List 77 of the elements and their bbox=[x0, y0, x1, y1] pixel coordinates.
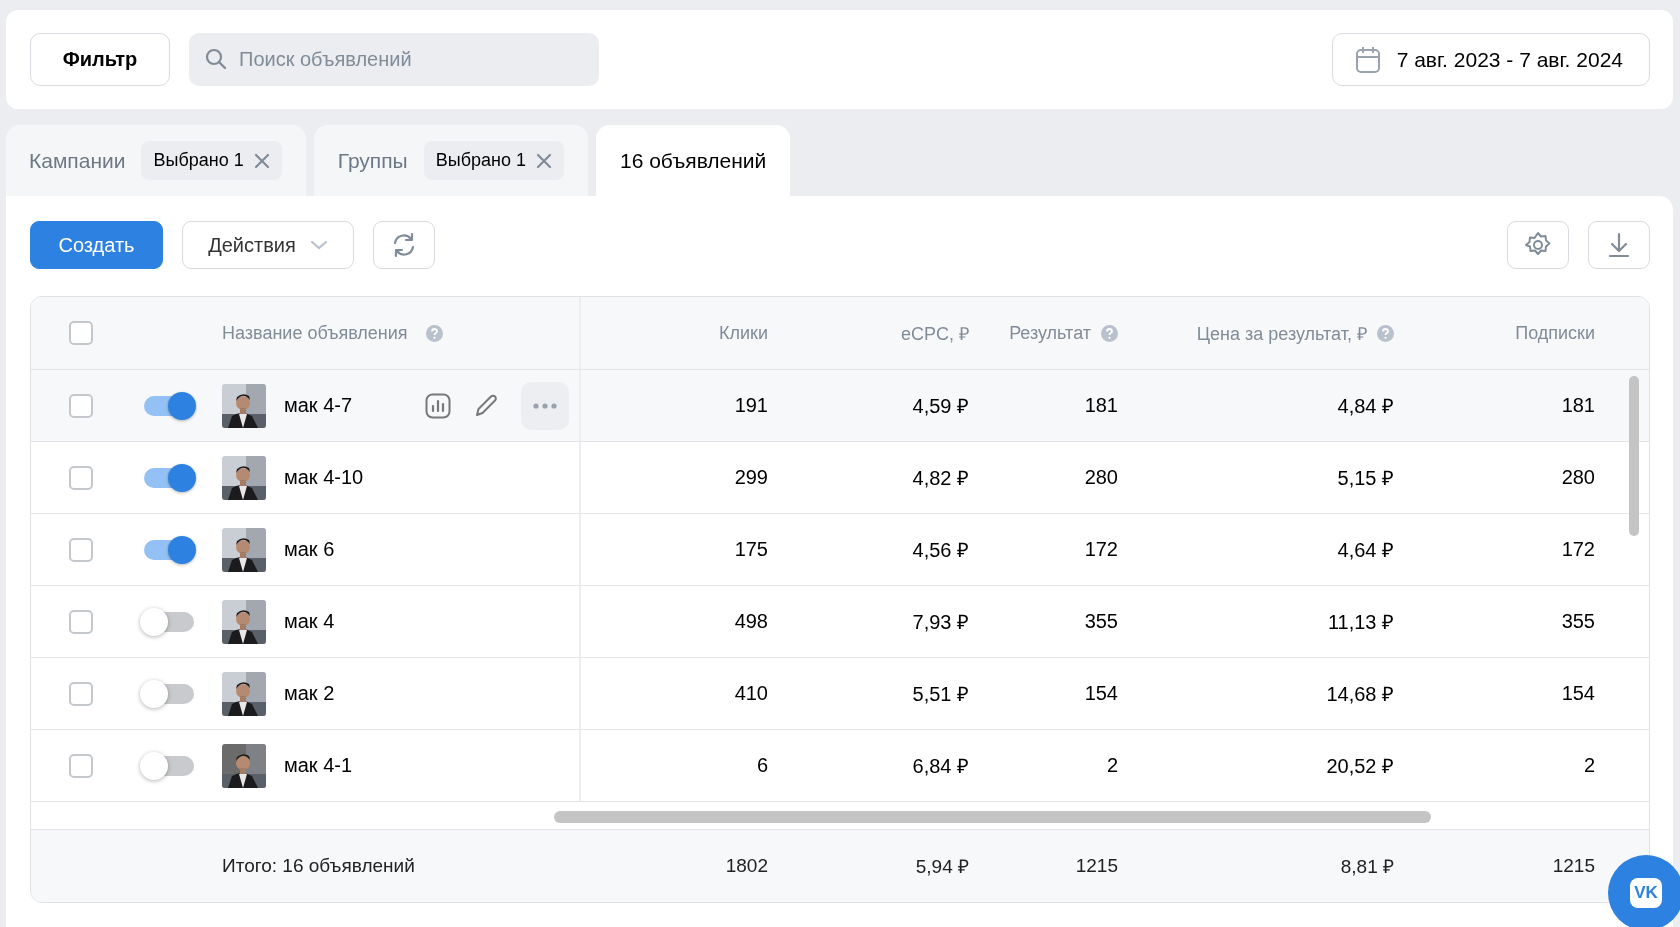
ad-name[interactable]: мак 4-1 bbox=[284, 754, 353, 777]
checkbox[interactable] bbox=[69, 393, 93, 418]
table-cell: 410 bbox=[734, 682, 768, 705]
pencil-icon[interactable] bbox=[473, 392, 499, 419]
table-cell: 154 bbox=[1561, 682, 1595, 705]
tab[interactable]: Группы Выбрано 1 bbox=[313, 125, 588, 196]
table-cell-text: 11,13 ₽ bbox=[1327, 610, 1394, 635]
table-cell: 172 bbox=[1561, 538, 1595, 561]
checkbox[interactable] bbox=[69, 537, 93, 562]
table-cell-text: 20,52 ₽ bbox=[1326, 754, 1394, 779]
more-button[interactable] bbox=[521, 381, 569, 430]
horizontal-scrollbar[interactable] bbox=[554, 811, 1431, 823]
table-cell: 355 bbox=[1561, 610, 1595, 633]
table-cell: 498 bbox=[734, 610, 768, 633]
table-cell-text: 5,51 ₽ bbox=[912, 682, 969, 707]
vertical-scrollbar[interactable] bbox=[1629, 376, 1639, 536]
search-field[interactable]: Поиск объявлений bbox=[189, 33, 599, 86]
total-cell: 1215 bbox=[1552, 855, 1595, 877]
table-cell: 6 bbox=[756, 754, 768, 777]
selection-chip[interactable]: Выбрано 1 bbox=[141, 141, 282, 180]
close-icon[interactable] bbox=[253, 152, 270, 169]
checkbox[interactable] bbox=[69, 321, 93, 345]
actions-dropdown[interactable]: Действия bbox=[182, 221, 354, 269]
close-icon[interactable] bbox=[535, 152, 552, 169]
help-icon[interactable] bbox=[1377, 324, 1394, 342]
chevron-down-icon bbox=[309, 240, 328, 250]
checkbox[interactable] bbox=[69, 753, 93, 778]
more-icon bbox=[533, 402, 557, 409]
ad-name[interactable]: мак 6 bbox=[284, 538, 335, 561]
total-cell: 1802 bbox=[725, 855, 768, 877]
table-cell: 154 bbox=[1084, 682, 1118, 705]
checkbox[interactable] bbox=[69, 609, 93, 634]
table-cell: 172 bbox=[1084, 538, 1118, 561]
table-cell-text: 4,56 ₽ bbox=[912, 538, 969, 563]
chart-icon[interactable] bbox=[425, 392, 451, 419]
filter-button[interactable]: Фильтр bbox=[30, 33, 170, 86]
total-cell: 1215 bbox=[1075, 855, 1118, 877]
table-cell: 2 bbox=[1583, 754, 1595, 777]
download-button[interactable] bbox=[1588, 221, 1650, 269]
table-cell: 175 bbox=[734, 538, 768, 561]
download-icon bbox=[1607, 231, 1631, 259]
ad-name[interactable]: мак 2 bbox=[284, 682, 335, 705]
selection-chip[interactable]: Выбрано 1 bbox=[423, 141, 564, 180]
table-cell: 2 bbox=[1106, 754, 1118, 777]
table-cell-text: 4,82 ₽ bbox=[912, 466, 969, 491]
table-cell-text: 6,84 ₽ bbox=[912, 754, 969, 779]
table-cell: 181 bbox=[1084, 394, 1118, 417]
table-cell-text: 7,93 ₽ bbox=[912, 610, 969, 635]
search-icon bbox=[205, 48, 227, 70]
table-cell-text: 14,68 ₽ bbox=[1326, 682, 1394, 707]
table-cell: 299 bbox=[734, 466, 768, 489]
tab[interactable]: Кампании Выбрано 1 bbox=[6, 125, 306, 196]
create-button[interactable]: Создать bbox=[30, 221, 163, 269]
table-cell-text: 4,59 ₽ bbox=[912, 394, 969, 419]
table-cell: 280 bbox=[1084, 466, 1118, 489]
total-cell-text: 8,81 ₽ bbox=[1340, 855, 1394, 879]
date-range-button[interactable]: 7 авг. 2023 - 7 авг. 2024 bbox=[1331, 33, 1650, 86]
ad-name[interactable]: мак 4 bbox=[284, 610, 335, 633]
calendar-icon bbox=[1354, 45, 1381, 74]
table-cell: 181 bbox=[1561, 394, 1595, 417]
total-label: Итого: 16 объявлений bbox=[222, 855, 415, 877]
help-icon[interactable] bbox=[425, 324, 443, 342]
checkbox[interactable] bbox=[69, 465, 93, 490]
settings-button[interactable] bbox=[1507, 221, 1569, 269]
table-cell-text: 4,84 ₽ bbox=[1337, 394, 1394, 419]
table-cell-text: 5,15 ₽ bbox=[1337, 466, 1394, 491]
tab[interactable]: 16 объявлений bbox=[595, 125, 791, 196]
ad-name[interactable]: мак 4-7 bbox=[284, 394, 353, 417]
table-cell: 280 bbox=[1561, 466, 1595, 489]
total-cell-text: 5,94 ₽ bbox=[915, 855, 969, 879]
help-icon[interactable] bbox=[1101, 324, 1118, 342]
table-cell-text: 4,64 ₽ bbox=[1337, 538, 1394, 563]
table-cell: 355 bbox=[1084, 610, 1118, 633]
table-cell: 191 bbox=[734, 394, 768, 417]
refresh-button[interactable] bbox=[373, 221, 435, 269]
ad-name[interactable]: мак 4-10 bbox=[284, 466, 364, 489]
checkbox[interactable] bbox=[69, 681, 93, 706]
